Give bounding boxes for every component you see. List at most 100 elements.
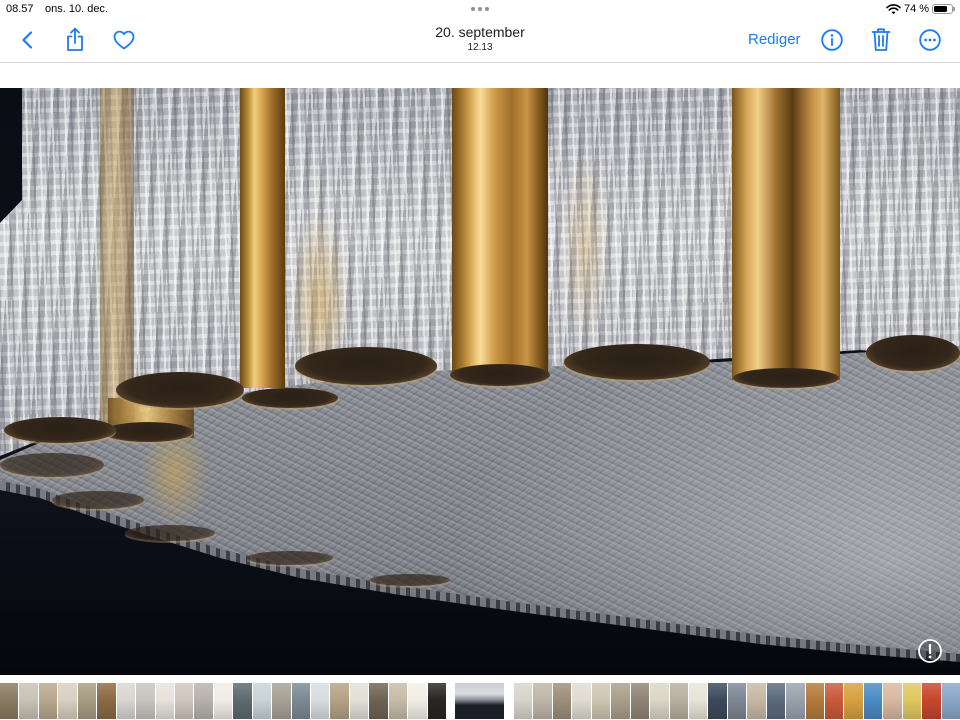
thumbnail[interactable] — [650, 683, 669, 719]
thumbnail[interactable] — [330, 683, 349, 719]
thumbnail[interactable] — [58, 683, 77, 719]
photo-alert-button[interactable] — [917, 638, 943, 664]
thumbnail[interactable] — [116, 683, 136, 719]
thumbnails-before — [0, 683, 447, 719]
tube-disc — [4, 417, 116, 443]
thumbnail[interactable] — [863, 683, 883, 719]
tube-disc — [295, 347, 437, 385]
tube-disc — [733, 368, 839, 388]
brass-tube — [100, 88, 134, 423]
tube-disc — [242, 388, 338, 408]
edit-button[interactable]: Rediger — [748, 30, 801, 50]
tube-disc — [125, 525, 215, 541]
thumbnail[interactable] — [514, 683, 533, 719]
photo-canvas[interactable] — [0, 88, 960, 675]
thumbnail[interactable] — [922, 683, 941, 719]
info-icon — [821, 29, 843, 51]
thumbnail[interactable] — [727, 683, 747, 719]
thumbnail[interactable] — [572, 683, 591, 719]
page-title: 20. september — [435, 24, 525, 40]
thumbnail[interactable] — [272, 683, 291, 719]
thumbnail[interactable] — [805, 683, 824, 719]
thumbnail[interactable] — [174, 683, 194, 719]
tube-disc — [450, 364, 550, 386]
thumbnail[interactable] — [630, 683, 650, 719]
photo-viewer-screen: 08.57 ons. 10. dec. 74 % 20. september 1… — [0, 0, 960, 720]
back-button[interactable] — [15, 28, 39, 52]
tube-disc — [0, 453, 104, 477]
thumbnail[interactable] — [155, 683, 174, 719]
thumbnail[interactable] — [766, 683, 786, 719]
thumbnail-strip[interactable] — [0, 683, 960, 719]
thumbnail[interactable] — [349, 683, 369, 719]
thumbnail[interactable] — [233, 683, 252, 719]
thumbnail[interactable] — [844, 683, 863, 719]
thumbnail[interactable] — [408, 683, 427, 719]
nav-bar: 20. september 12.13 Rediger — [0, 18, 960, 62]
battery-icon — [932, 4, 953, 14]
thumbnail[interactable] — [708, 683, 727, 719]
tube-disc — [564, 344, 710, 380]
heart-icon — [113, 30, 135, 50]
thumbnails-after — [514, 683, 960, 719]
tube-disc — [370, 574, 450, 586]
trash-icon — [871, 28, 891, 51]
info-button[interactable] — [820, 28, 844, 52]
thumbnail[interactable] — [786, 683, 805, 719]
thumbnail[interactable] — [291, 683, 310, 719]
thumbnail[interactable] — [311, 683, 330, 719]
nav-divider — [0, 62, 960, 63]
brass-reflection — [560, 148, 610, 348]
thumbnail[interactable] — [213, 683, 233, 719]
exclamation-circle-icon — [918, 639, 942, 663]
page-subtitle: 12.13 — [467, 42, 493, 53]
thumbnail[interactable] — [388, 683, 408, 719]
thumbnail[interactable] — [591, 683, 611, 719]
thumbnail[interactable] — [369, 683, 388, 719]
more-icon — [919, 29, 941, 51]
thumbnail[interactable] — [688, 683, 708, 719]
thumbnail[interactable] — [19, 683, 38, 719]
thumbnail[interactable] — [136, 683, 155, 719]
thumbnail[interactable] — [194, 683, 213, 719]
thumbnail[interactable] — [669, 683, 688, 719]
multitasking-dots-icon[interactable] — [471, 7, 489, 11]
share-button[interactable] — [63, 26, 87, 53]
brass-tube — [732, 88, 840, 380]
thumbnail[interactable] — [825, 683, 844, 719]
wifi-icon — [886, 4, 901, 15]
thumbnail[interactable] — [38, 683, 58, 719]
chevron-left-icon — [22, 31, 33, 49]
status-bar: 08.57 ons. 10. dec. 74 % — [0, 0, 960, 18]
thumbnail[interactable] — [902, 683, 922, 719]
battery-nub — [953, 7, 955, 11]
tube-disc — [116, 372, 244, 408]
battery-level-fill — [934, 6, 947, 12]
tube-disc — [52, 491, 144, 509]
thumbnail[interactable] — [252, 683, 272, 719]
status-date: ons. 10. dec. — [45, 3, 108, 15]
tube-disc — [103, 422, 193, 442]
thumbnail[interactable] — [611, 683, 630, 719]
thumbnail[interactable] — [747, 683, 766, 719]
thumbnail-selected[interactable] — [455, 683, 504, 719]
tube-disc — [866, 335, 960, 371]
thumbnail[interactable] — [883, 683, 902, 719]
share-icon — [67, 27, 83, 51]
photo-date-header: 20. september 12.13 — [380, 24, 580, 54]
delete-button[interactable] — [869, 26, 893, 53]
thumbnail[interactable] — [0, 683, 19, 719]
favorite-button[interactable] — [112, 29, 136, 51]
brass-tube — [240, 88, 285, 388]
more-button[interactable] — [918, 28, 942, 52]
battery-percent: 74 % — [904, 3, 930, 15]
brass-tube — [452, 88, 548, 376]
thumbnail[interactable] — [552, 683, 572, 719]
thumbnail[interactable] — [97, 683, 116, 719]
thumbnail[interactable] — [533, 683, 552, 719]
thumbnail[interactable] — [427, 683, 447, 719]
thumbnail[interactable] — [941, 683, 960, 719]
tube-disc — [247, 551, 333, 565]
status-time: 08.57 — [6, 3, 34, 15]
thumbnail[interactable] — [77, 683, 97, 719]
